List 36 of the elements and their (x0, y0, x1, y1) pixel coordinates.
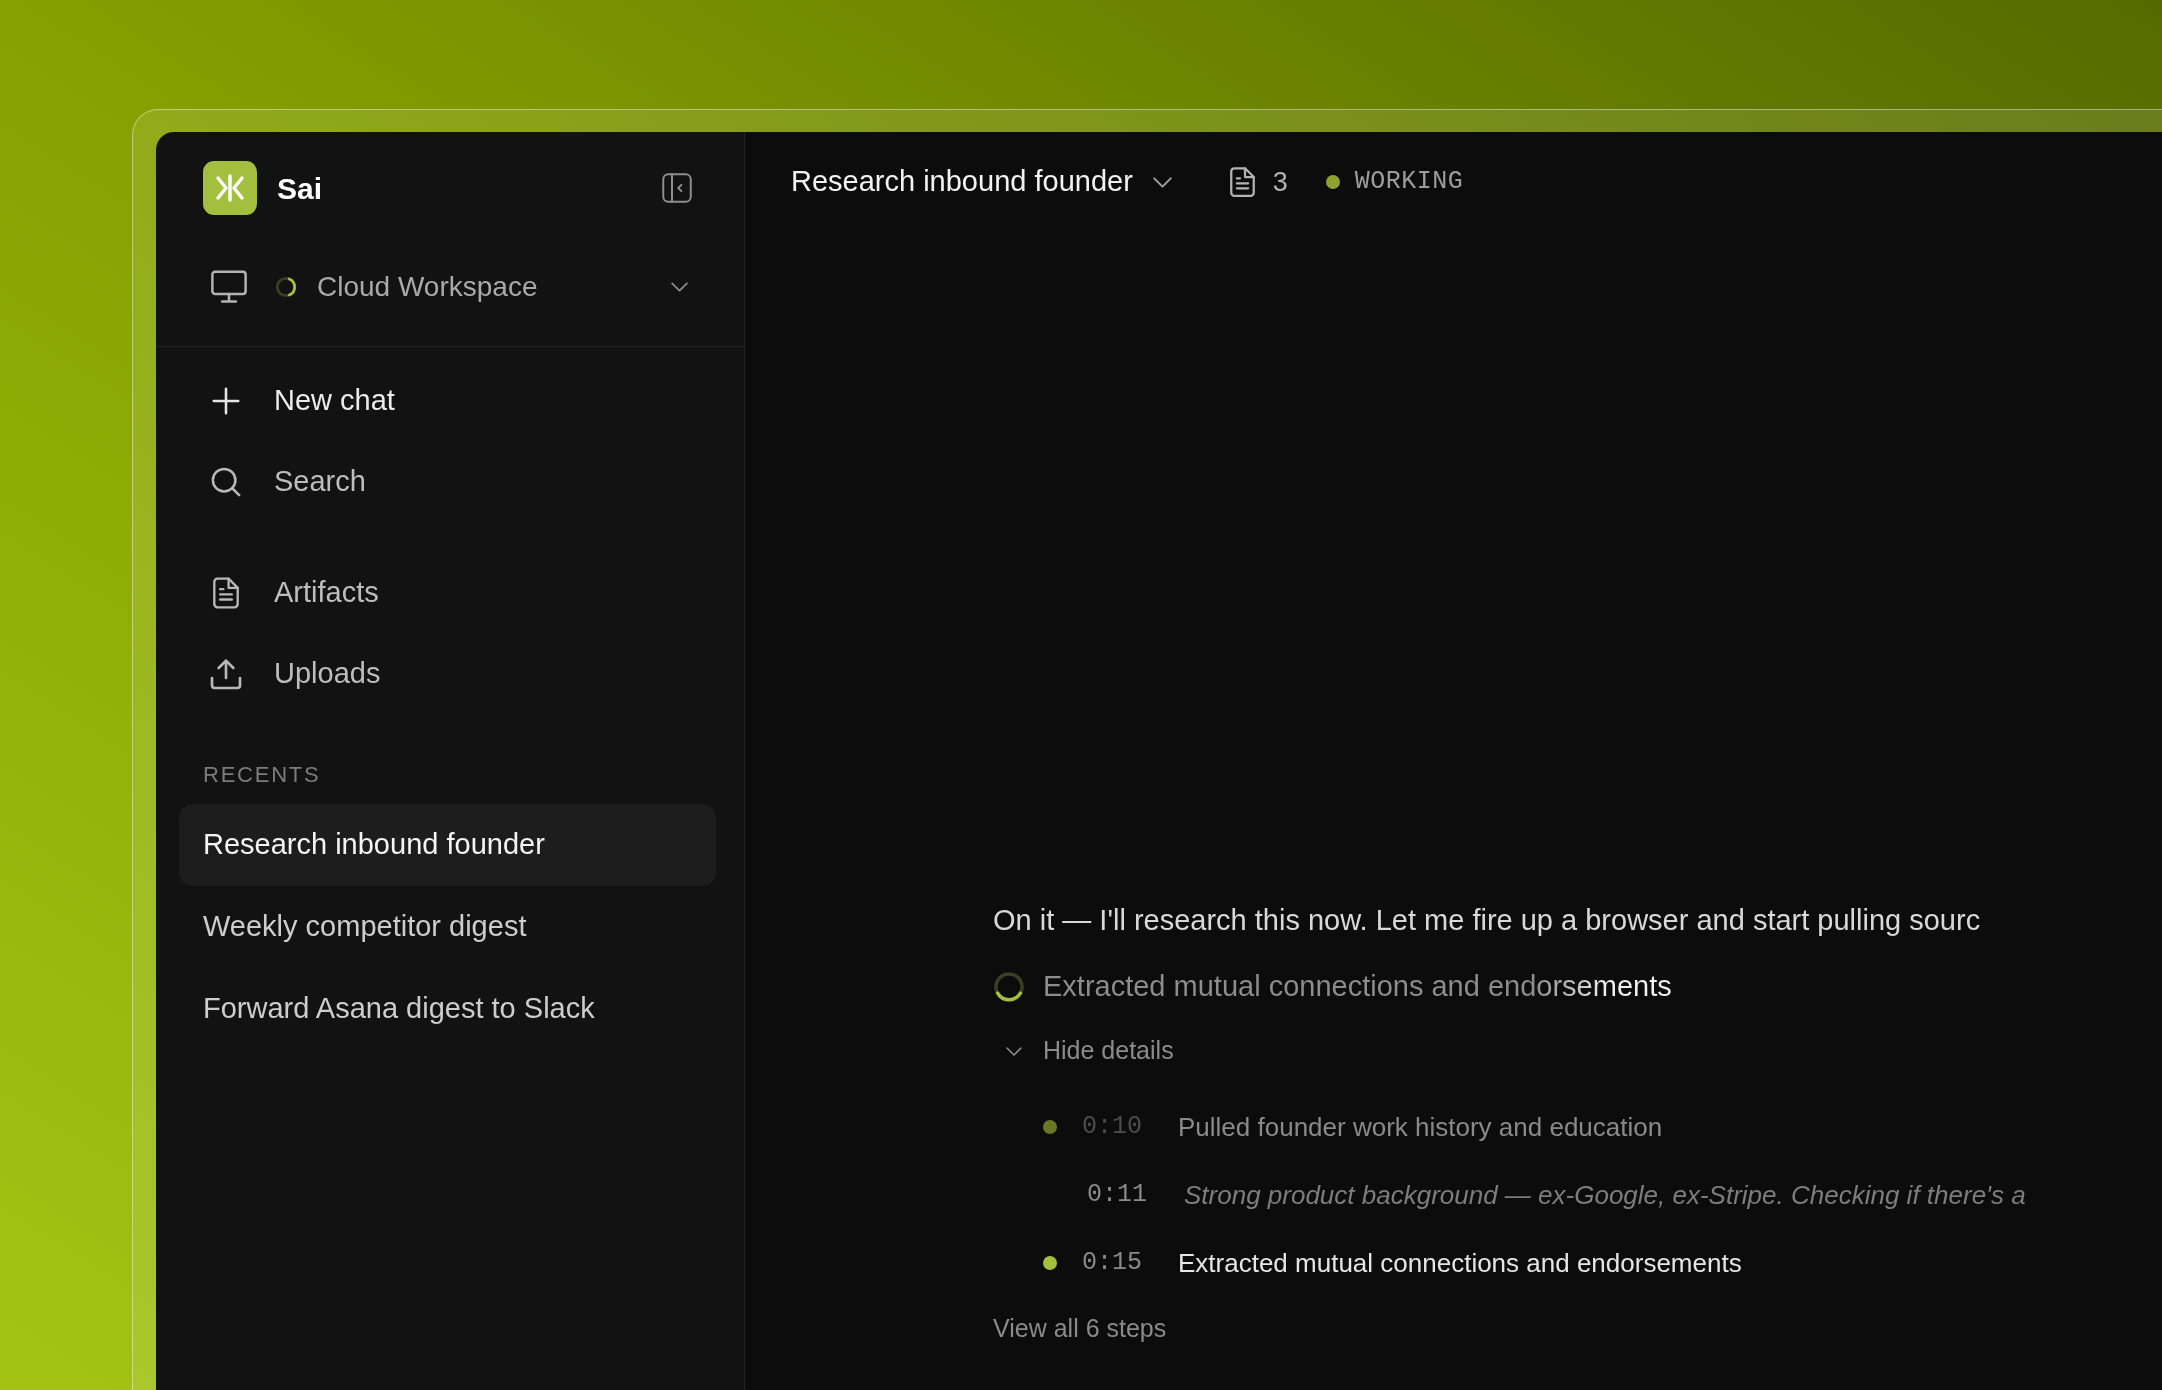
step-time: 0:11 (1087, 1179, 1148, 1212)
sidebar-nav-item[interactable]: Artifacts (156, 552, 744, 633)
monitor-icon (211, 270, 247, 304)
collapse-sidebar-icon (662, 173, 692, 203)
recents-heading: RECENTS (203, 761, 321, 789)
spinner-icon (275, 276, 297, 298)
logo-icon (203, 161, 257, 215)
workspace-selector[interactable]: Cloud Workspace (156, 244, 744, 330)
step-note: Strong product background — ex-Google, ex-Stripe. Checking if there's a (1184, 1178, 2026, 1212)
assistant-message: On it — I'll research this now. Let me fire up a browser and start pulling sourc (993, 903, 1981, 938)
status-label: WORKING (1354, 166, 1464, 199)
step-text: Pulled founder work history and education (1178, 1110, 1663, 1144)
document-icon (1229, 167, 1255, 197)
chevron-down-icon (671, 282, 688, 292)
recent-chat-item[interactable]: Research inbound founder (179, 804, 716, 886)
chevron-down-icon (1006, 1046, 1022, 1056)
document-icon (213, 576, 239, 609)
sidebar-nav-item[interactable]: New chat (156, 360, 744, 441)
upload-icon (210, 657, 242, 690)
step-text: Extracted mutual connections and endorsements (1178, 1246, 1742, 1280)
chevron-down-icon (1152, 176, 1172, 188)
recent-chat-item[interactable]: Forward Asana digest to Slack (179, 968, 716, 1050)
chat-title-dropdown[interactable]: Research inbound founder (791, 160, 1172, 204)
step-time: 0:15 (1082, 1247, 1143, 1280)
details-toggle[interactable]: Hide details (993, 1031, 1174, 1071)
step-time: 0:10 (1082, 1111, 1143, 1144)
artifact-count-button[interactable]: 3 (1229, 161, 1288, 203)
sidebar-nav-item[interactable]: Search (156, 441, 744, 522)
sidebar-nav-item[interactable]: Uploads (156, 633, 744, 714)
collapse-sidebar-button[interactable] (660, 171, 694, 205)
view-all-steps-link[interactable]: View all 6 steps (993, 1309, 1167, 1349)
app-name: Sai (277, 170, 323, 207)
recent-chat-item[interactable]: Weekly competitor digest (179, 886, 716, 968)
spinner-icon (993, 971, 1025, 1003)
search-icon (211, 466, 241, 497)
plus-icon (212, 386, 240, 415)
